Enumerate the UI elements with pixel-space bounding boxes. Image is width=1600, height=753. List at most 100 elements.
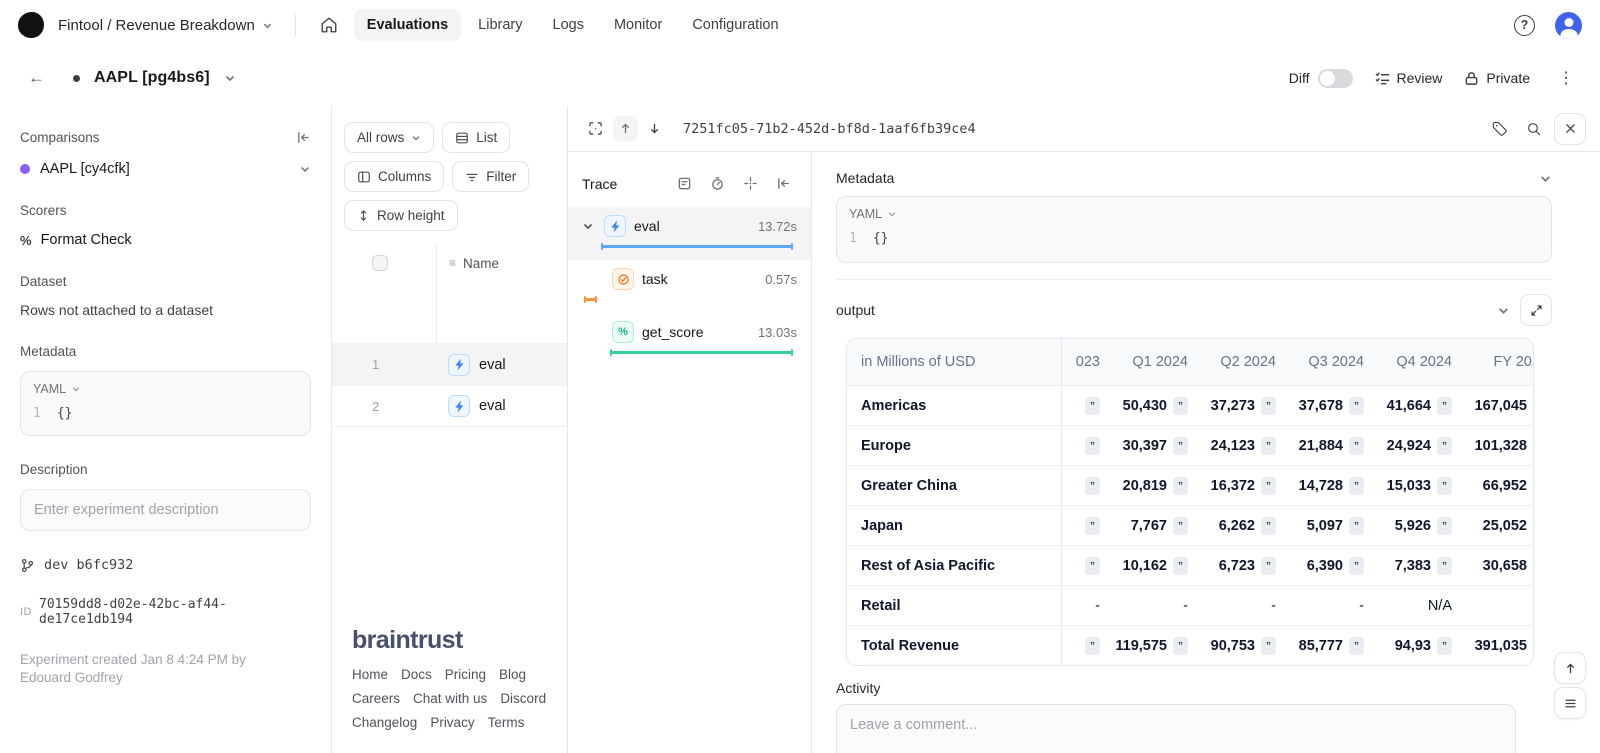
footer-link-home[interactable]: Home	[352, 667, 388, 682]
citation-badge[interactable]: ”	[1437, 557, 1452, 575]
citation-badge[interactable]: ”	[1533, 517, 1534, 535]
tab-evaluations[interactable]: Evaluations	[354, 9, 461, 41]
footer-link-careers[interactable]: Careers	[352, 691, 400, 706]
citation-badge[interactable]: ”	[1349, 397, 1364, 415]
avatar[interactable]	[1555, 12, 1582, 39]
footer-link-blog[interactable]: Blog	[499, 667, 526, 682]
back-button[interactable]: ←	[18, 62, 55, 94]
citation-badge[interactable]: ”	[1085, 437, 1100, 455]
notes-view-button[interactable]	[671, 170, 698, 197]
citation-badge[interactable]: ”	[1085, 557, 1100, 575]
tab-monitor[interactable]: Monitor	[601, 9, 675, 41]
comparison-item[interactable]: AAPL [cy4cfk]	[20, 161, 311, 177]
citation-badge[interactable]: ”	[1261, 437, 1276, 455]
name-column-header[interactable]: Name	[463, 256, 499, 271]
span-id[interactable]: 7251fc05-71b2-452d-bf8d-1aaf6fb39ce4	[683, 121, 976, 137]
focus-span-button[interactable]	[582, 115, 609, 142]
citation-badge[interactable]: ”	[1437, 437, 1452, 455]
citation-badge[interactable]: ”	[1261, 637, 1276, 655]
citation-badge[interactable]: ”	[1173, 557, 1188, 575]
collapse-trace-icon[interactable]	[770, 170, 797, 197]
tab-configuration[interactable]: Configuration	[679, 9, 791, 41]
tab-logs[interactable]: Logs	[540, 9, 597, 41]
citation-badge[interactable]: ”	[1349, 477, 1364, 495]
tab-library[interactable]: Library	[465, 9, 535, 41]
language-select[interactable]: YAML	[849, 207, 1539, 221]
close-button[interactable]	[1554, 113, 1586, 145]
citation-badge[interactable]: ”	[1533, 477, 1534, 495]
footer-link-docs[interactable]: Docs	[401, 667, 432, 682]
citation-badge[interactable]: ”	[1533, 397, 1534, 415]
citation-badge[interactable]: ”	[1349, 517, 1364, 535]
list-view-button[interactable]: List	[442, 122, 510, 153]
citation-badge[interactable]: ”	[1173, 437, 1188, 455]
row-height-button[interactable]: Row height	[344, 200, 458, 231]
footer-link-changelog[interactable]: Changelog	[352, 715, 417, 730]
kebab-menu-icon[interactable]: ⋮	[1552, 66, 1580, 90]
trace-span-row[interactable]: eval13.72s	[568, 207, 811, 260]
collapse-metadata-icon[interactable]	[1539, 172, 1552, 185]
citation-badge[interactable]: ”	[1261, 397, 1276, 415]
footer-link-pricing[interactable]: Pricing	[445, 667, 486, 682]
citation-badge[interactable]: ”	[1261, 517, 1276, 535]
trace-span-row[interactable]: task0.57s	[568, 260, 811, 313]
citation-badge[interactable]: ”	[1533, 437, 1534, 455]
help-button[interactable]: ?	[1508, 9, 1541, 42]
citation-badge[interactable]: ”	[1437, 517, 1452, 535]
language-select[interactable]: YAML	[33, 382, 298, 396]
citation-badge[interactable]: ”	[1173, 397, 1188, 415]
citation-badge[interactable]: ”	[1533, 637, 1534, 655]
org-logo[interactable]	[18, 12, 44, 38]
collapse-sidebar-icon[interactable]	[296, 130, 311, 145]
citation-badge[interactable]: ”	[1085, 517, 1100, 535]
citation-badge[interactable]: ”	[1437, 397, 1452, 415]
scorer-item[interactable]: % Format Check	[20, 232, 311, 248]
diff-toggle[interactable]	[1318, 69, 1353, 88]
footer-link-terms[interactable]: Terms	[488, 715, 525, 730]
footer-link-chat-with-us[interactable]: Chat with us	[413, 691, 487, 706]
table-row[interactable]: 2eval	[332, 385, 567, 427]
citation-badge[interactable]: ”	[1261, 477, 1276, 495]
filter-button[interactable]: Filter	[452, 161, 529, 192]
expand-output-button[interactable]	[1520, 294, 1552, 326]
collapse-output-icon[interactable]	[1497, 304, 1510, 317]
align-spans-button[interactable]	[737, 170, 764, 197]
table-row[interactable]: 1eval	[332, 343, 567, 385]
experiment-switcher[interactable]	[224, 72, 236, 84]
columns-button[interactable]: Columns	[344, 161, 444, 192]
project-breadcrumb[interactable]: Fintool / Revenue Breakdown	[54, 13, 277, 38]
search-button[interactable]	[1520, 115, 1548, 143]
citation-badge[interactable]: ”	[1085, 397, 1100, 415]
description-input[interactable]	[20, 489, 311, 531]
next-span-button[interactable]	[642, 116, 667, 141]
prev-span-button[interactable]	[613, 116, 638, 141]
citation-badge[interactable]: ”	[1349, 557, 1364, 575]
review-button[interactable]: Review	[1375, 70, 1443, 86]
privacy-button[interactable]: Private	[1464, 70, 1530, 86]
scroll-top-button[interactable]	[1554, 652, 1586, 684]
select-all-checkbox[interactable]	[372, 255, 388, 271]
span-metadata-editor[interactable]: YAML 1 {}	[836, 196, 1552, 263]
trace-span-row[interactable]: %get_score13.03s	[568, 313, 811, 366]
citation-badge[interactable]: ”	[1173, 637, 1188, 655]
citation-badge[interactable]: ”	[1173, 517, 1188, 535]
footer-link-discord[interactable]: Discord	[500, 691, 546, 706]
timing-view-button[interactable]	[704, 170, 731, 197]
chevron-down-icon[interactable]	[582, 220, 596, 232]
citation-badge[interactable]: ”	[1349, 637, 1364, 655]
citation-badge[interactable]: ”	[1085, 477, 1100, 495]
outline-menu-button[interactable]	[1554, 687, 1586, 719]
braintrust-logo[interactable]: braintrust	[352, 626, 567, 655]
metadata-editor[interactable]: YAML 1 {}	[20, 371, 311, 436]
citation-badge[interactable]: ”	[1437, 477, 1452, 495]
citation-badge[interactable]: ”	[1533, 557, 1534, 575]
home-button[interactable]	[314, 10, 344, 40]
citation-badge[interactable]: ”	[1437, 637, 1452, 655]
comment-input[interactable]	[836, 704, 1516, 753]
footer-link-privacy[interactable]: Privacy	[430, 715, 474, 730]
citation-badge[interactable]: ”	[1349, 437, 1364, 455]
citation-badge[interactable]: ”	[1261, 557, 1276, 575]
all-rows-filter[interactable]: All rows	[344, 122, 434, 153]
citation-badge[interactable]: ”	[1085, 637, 1100, 655]
tag-button[interactable]	[1486, 115, 1514, 143]
